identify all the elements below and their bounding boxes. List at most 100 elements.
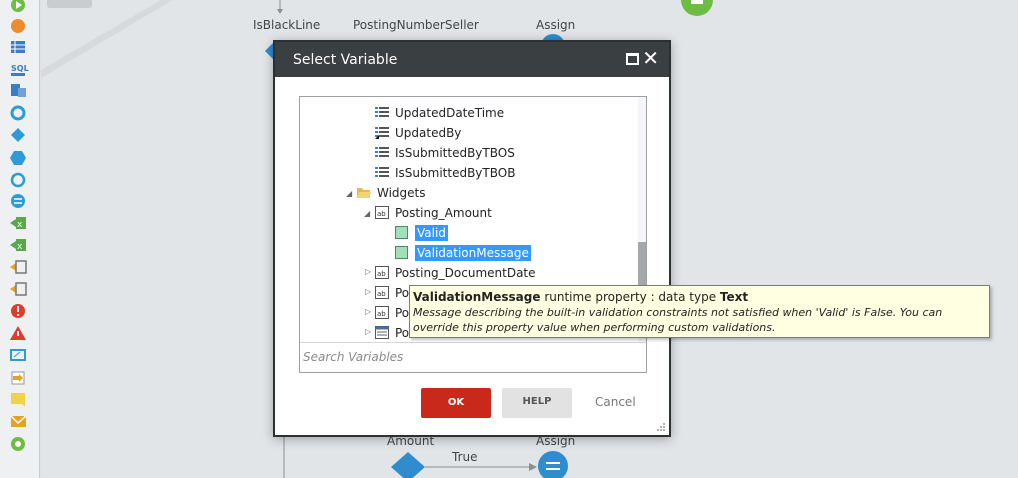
- tooltip-data-type: Text: [719, 290, 749, 304]
- flow-if-node[interactable]: [391, 452, 425, 478]
- loop-icon[interactable]: [10, 172, 26, 188]
- expand-arrow-icon[interactable]: ▷: [365, 287, 371, 296]
- resize-grip-icon[interactable]: [656, 422, 666, 432]
- svg-text:x: x: [17, 242, 23, 252]
- email-icon[interactable]: [10, 415, 27, 427]
- exception-icon[interactable]: [10, 282, 27, 296]
- flow-label-postingnumberseller: PostingNumberSeller: [353, 18, 479, 32]
- svg-text:SQL: SQL: [11, 64, 29, 73]
- dialog-title: Select Variable: [293, 52, 398, 68]
- comment-icon[interactable]: [11, 393, 25, 407]
- svg-text:ab: ab: [377, 210, 386, 218]
- sql-icon[interactable]: SQL: [11, 64, 29, 76]
- toolbox-icons: SQL x x: [10, 0, 29, 451]
- foreign-key-icon: [375, 127, 389, 139]
- input-widget-icon: ab: [375, 206, 389, 219]
- aggregate-icon[interactable]: [11, 84, 26, 97]
- property-tooltip: ValidationMessage runtime property : dat…: [409, 285, 990, 338]
- canvas-decoration: [41, 0, 173, 78]
- help-button[interactable]: HELP: [502, 388, 572, 418]
- attribute-icon: [375, 167, 389, 177]
- flow-assign-node[interactable]: [538, 451, 568, 478]
- tree-item-label: UpdatedBy: [395, 126, 462, 140]
- download-icon[interactable]: [11, 371, 25, 385]
- screen-icon[interactable]: [10, 349, 26, 361]
- cancel-button[interactable]: Cancel: [595, 395, 636, 409]
- input-widget-icon: ab: [375, 286, 389, 299]
- tooltip-header: ValidationMessage runtime property : dat…: [413, 289, 986, 305]
- tree-item-label: IsSubmittedByTBOB: [395, 166, 516, 180]
- start-icon[interactable]: [11, 0, 25, 12]
- warning-icon[interactable]: [10, 326, 26, 340]
- tree-item-label: Valid: [415, 225, 448, 241]
- if-icon[interactable]: [11, 128, 25, 142]
- toolbox: SQL x x: [0, 0, 40, 478]
- switch-icon[interactable]: [10, 151, 26, 165]
- collapse-arrow-icon[interactable]: ◢: [346, 189, 352, 198]
- raise-error-icon[interactable]: [11, 304, 25, 318]
- flow-end-node-mark: [691, 0, 703, 4]
- dialog-header[interactable]: Select Variable ✕: [275, 42, 669, 77]
- record-list-append-icon[interactable]: x: [10, 217, 26, 230]
- tooltip-property-name: ValidationMessage: [413, 290, 541, 304]
- flow-label-isblackline: IsBlackLine: [253, 18, 321, 32]
- flow-arrowhead: [277, 9, 283, 14]
- maximize-icon[interactable]: [626, 53, 639, 65]
- record-list-insert-icon[interactable]: x: [10, 239, 26, 252]
- tree-item-valid[interactable]: Valid: [395, 223, 448, 243]
- select-variable-dialog: Select Variable ✕ UpdatedDateTime Update…: [273, 40, 671, 437]
- tree-item[interactable]: IsSubmittedByTBOB: [375, 163, 515, 183]
- collapse-arrow-icon[interactable]: ◢: [364, 209, 370, 218]
- tree-item-label: Po: [395, 326, 410, 340]
- tree-item[interactable]: Po: [375, 323, 409, 343]
- tree-item[interactable]: ab Po: [375, 303, 409, 323]
- expand-arrow-icon[interactable]: ▷: [365, 327, 371, 336]
- execute-action-icon[interactable]: [10, 260, 27, 274]
- tree-item[interactable]: IsSubmittedByTBOS: [375, 143, 515, 163]
- input-widget-icon: ab: [375, 266, 389, 279]
- tree-item[interactable]: ab Posting_DocumentDate: [375, 263, 536, 283]
- foreach-icon[interactable]: [10, 105, 26, 121]
- input-widget-icon: ab: [375, 306, 389, 319]
- ok-button[interactable]: OK: [421, 388, 491, 418]
- table-widget-icon: [375, 326, 389, 339]
- flow-label-assign-top: Assign: [536, 18, 576, 32]
- search-variables-input[interactable]: [303, 347, 643, 367]
- tree-item-label: Posting_DocumentDate: [395, 266, 536, 280]
- assign-icon[interactable]: [11, 194, 25, 208]
- runtime-property-icon: [395, 226, 408, 239]
- tree-item-label: Po: [395, 306, 410, 320]
- tree-item-validation-message[interactable]: ValidationMessage: [395, 243, 531, 263]
- svg-text:ab: ab: [377, 290, 386, 298]
- svg-text:ab: ab: [377, 310, 386, 318]
- runtime-property-icon: [395, 246, 408, 259]
- tooltip-property-kind: runtime property : data type: [544, 290, 717, 304]
- end-icon[interactable]: [11, 19, 25, 33]
- tree-item-posting-amount[interactable]: ab Posting_Amount: [375, 203, 492, 223]
- expand-arrow-icon[interactable]: ▷: [365, 267, 371, 276]
- end-node-icon[interactable]: [11, 437, 25, 451]
- attribute-icon: [375, 147, 389, 157]
- list-icon[interactable]: [11, 41, 25, 53]
- svg-text:x: x: [17, 220, 23, 230]
- flow-label-true: True: [452, 450, 478, 464]
- folder-icon: [357, 188, 371, 198]
- tree-item[interactable]: UpdatedBy: [375, 123, 461, 143]
- tree-item-label: UpdatedDateTime: [395, 106, 505, 120]
- search-divider: [300, 342, 646, 343]
- tree-scrollbar-thumb[interactable]: [638, 242, 646, 287]
- tree-item-label: ValidationMessage: [415, 245, 531, 261]
- tree-item-label: Widgets: [377, 186, 426, 200]
- expand-arrow-icon[interactable]: ▷: [365, 307, 371, 316]
- tree-item[interactable]: ab Po: [375, 283, 409, 303]
- close-icon[interactable]: ✕: [642, 48, 659, 68]
- tree-item-label: IsSubmittedByTBOS: [395, 146, 515, 160]
- tree-item-widgets[interactable]: Widgets: [357, 183, 426, 203]
- tree-item-label: Posting_Amount: [395, 206, 492, 220]
- tree-item-label: Po: [395, 286, 410, 300]
- tree-item[interactable]: UpdatedDateTime: [375, 103, 504, 123]
- attribute-icon: [375, 107, 389, 117]
- flow-arrowhead-right: [529, 463, 537, 471]
- svg-text:ab: ab: [377, 270, 386, 278]
- flow-node-box[interactable]: [47, 0, 92, 8]
